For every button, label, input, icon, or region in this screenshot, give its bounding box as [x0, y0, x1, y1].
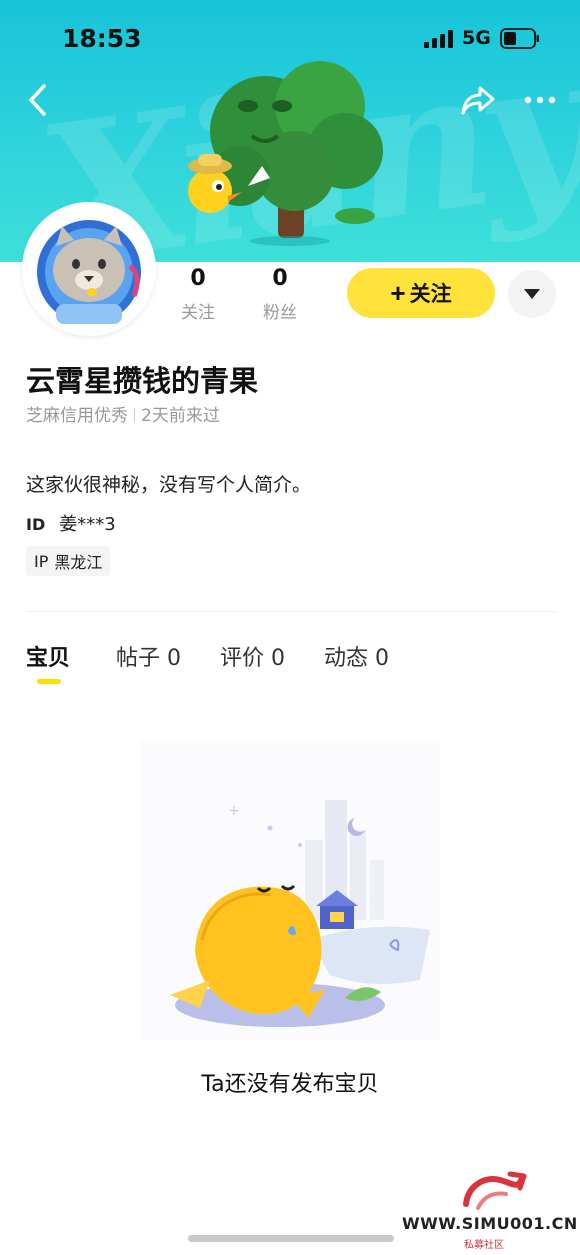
- status-bar: 18:53 5G: [0, 0, 580, 80]
- more-button[interactable]: [518, 78, 562, 122]
- ip-location-tag: IP 黑龙江: [26, 546, 111, 576]
- network-type: 5G: [462, 27, 491, 49]
- share-button[interactable]: [456, 78, 500, 122]
- signal-icon: [424, 30, 453, 48]
- back-button[interactable]: [16, 78, 60, 122]
- plus-icon: +: [390, 278, 406, 308]
- watermark-subtitle: 私募社区: [464, 1240, 504, 1251]
- section-divider: [26, 611, 556, 612]
- follow-button-label: 关注: [409, 283, 452, 306]
- status-time: 18:53: [62, 24, 142, 53]
- user-meta: 芝麻信用优秀 2天前来过: [26, 401, 220, 426]
- follow-button[interactable]: + 关注: [347, 268, 495, 318]
- following-count: 0: [190, 266, 206, 291]
- home-indicator[interactable]: [188, 1235, 394, 1242]
- credit-rating: 芝麻信用优秀: [26, 406, 128, 426]
- fans-stat[interactable]: 0 粉丝: [254, 266, 306, 323]
- chevron-left-icon: [29, 84, 46, 116]
- fans-label: 粉丝: [263, 303, 297, 323]
- battery-icon: [500, 28, 539, 49]
- empty-state-message: Ta还没有发布宝贝: [201, 1072, 379, 1097]
- watermark-logo-icon: [463, 1171, 527, 1210]
- site-watermark: WWW.SIMU001.CN 私募社区: [402, 1170, 577, 1251]
- last-seen: 2天前来过: [141, 406, 220, 426]
- id-label: ID: [26, 515, 46, 534]
- user-id-row: ID 姜***3: [26, 510, 116, 536]
- tab-posts[interactable]: 帖子 0: [116, 640, 181, 672]
- svg-text:+: +: [228, 803, 240, 819]
- following-label: 关注: [181, 303, 215, 323]
- watermark-url: WWW.SIMU001.CN: [402, 1214, 578, 1233]
- user-nickname: 云霄星攒钱的青果: [26, 364, 259, 398]
- user-bio: 这家伙很神秘，没有写个人简介。: [26, 474, 312, 496]
- tab-items[interactable]: 宝贝: [26, 640, 70, 672]
- more-dots-icon: [524, 96, 556, 104]
- avatar[interactable]: [22, 202, 156, 336]
- following-stat[interactable]: 0 关注: [172, 266, 224, 323]
- tab-reviews[interactable]: 评价 0: [220, 640, 285, 672]
- fans-count: 0: [272, 266, 288, 291]
- ip-value: 黑龙江: [54, 553, 103, 572]
- id-value: 姜***3: [59, 514, 116, 535]
- tab-activity[interactable]: 动态 0: [324, 640, 389, 672]
- share-icon: [461, 86, 495, 115]
- caret-down-icon: [524, 289, 540, 299]
- empty-state-fish-illustration: +: [140, 740, 440, 1040]
- active-tab-indicator: [37, 679, 61, 684]
- profile-dropdown-button[interactable]: [508, 270, 556, 318]
- cat-astronaut-avatar-icon: [26, 206, 152, 332]
- ip-label: IP: [34, 551, 49, 571]
- meta-divider: [134, 408, 135, 422]
